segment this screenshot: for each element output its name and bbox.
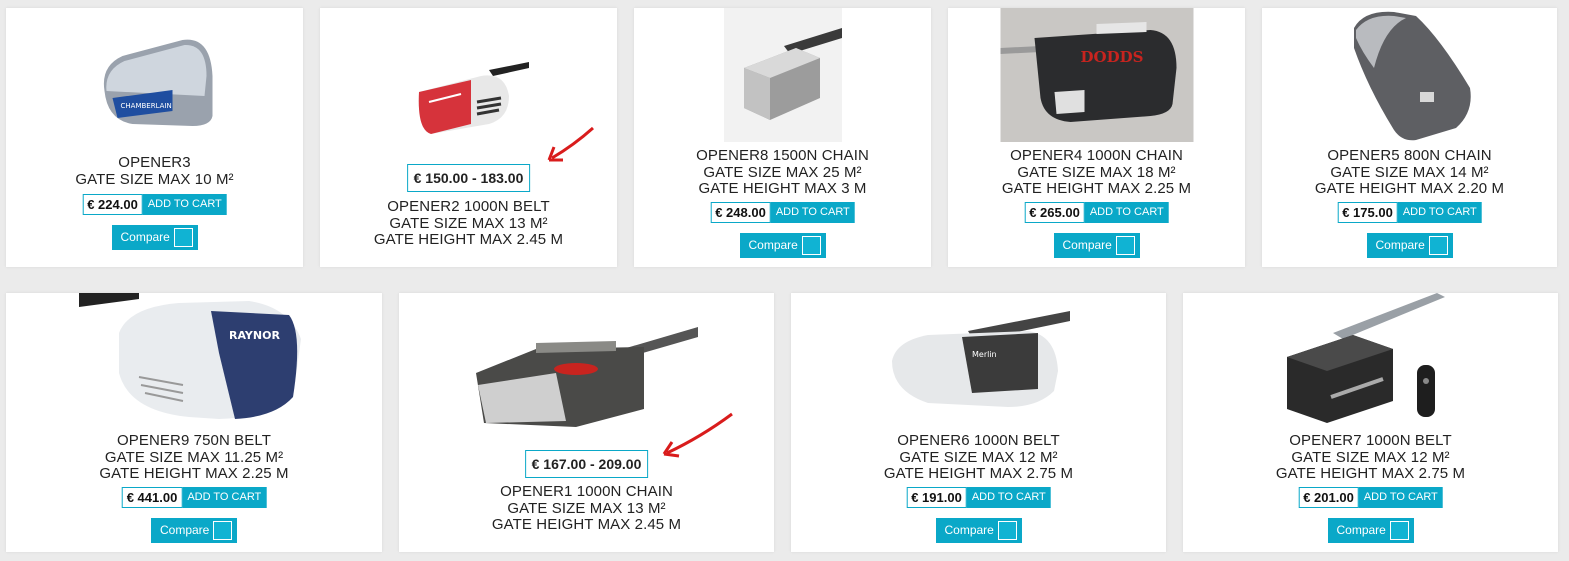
- price-label: € 175.00: [1337, 202, 1398, 223]
- svg-text:Merlin: Merlin: [972, 350, 997, 359]
- price-range-label: € 167.00 - 209.00: [524, 450, 649, 478]
- product-title[interactable]: OPENER2 1000N BELT GATE SIZE MAX 13 M² G…: [320, 198, 617, 249]
- svg-text:DODDS: DODDS: [1080, 48, 1143, 66]
- product-title[interactable]: OPENER9 750N BELT GATE SIZE MAX 11.25 M²…: [6, 432, 382, 483]
- price-add-row: € 224.00 ADD TO CART: [82, 194, 227, 215]
- price-add-row: € 441.00 ADD TO CART: [121, 487, 267, 508]
- compare-checkbox[interactable]: [213, 521, 232, 540]
- product-card: OPENER7 1000N BELT GATE SIZE MAX 12 M² G…: [1183, 293, 1558, 552]
- svg-text:CHAMBERLAIN: CHAMBERLAIN: [120, 102, 171, 110]
- add-to-cart-button[interactable]: ADD TO CART: [770, 202, 855, 223]
- product-card: € 167.00 - 209.00 OPENER1 1000N CHAIN GA…: [399, 293, 774, 552]
- add-to-cart-button[interactable]: ADD TO CART: [966, 487, 1051, 508]
- garage-opener-merlin-icon[interactable]: Merlin: [888, 311, 1070, 411]
- garage-opener-red-icon[interactable]: [409, 58, 529, 138]
- product-title[interactable]: OPENER6 1000N BELT GATE SIZE MAX 12 M² G…: [791, 432, 1166, 483]
- price-add-row: € 265.00 ADD TO CART: [1024, 202, 1169, 223]
- price-add-row: € 248.00 ADD TO CART: [710, 202, 855, 223]
- compare-checkbox[interactable]: [801, 236, 821, 255]
- compare-button[interactable]: Compare: [1327, 518, 1414, 543]
- compare-button[interactable]: Compare: [1366, 233, 1453, 258]
- add-to-cart-button[interactable]: ADD TO CART: [182, 487, 267, 508]
- compare-checkbox[interactable]: [997, 521, 1017, 540]
- compare-checkbox[interactable]: [1389, 521, 1409, 540]
- compare-checkbox[interactable]: [173, 228, 193, 247]
- product-title[interactable]: OPENER1 1000N CHAIN GATE SIZE MAX 13 M² …: [399, 483, 774, 534]
- compare-button[interactable]: Compare: [151, 518, 237, 543]
- price-add-row: € 201.00 ADD TO CART: [1298, 487, 1443, 508]
- product-card: € 150.00 - 183.00 OPENER2 1000N BELT GAT…: [320, 8, 617, 267]
- compare-checkbox[interactable]: [1115, 236, 1135, 255]
- svg-text:RAYNOR: RAYNOR: [229, 329, 280, 342]
- garage-opener-dodds-icon[interactable]: DODDS: [1000, 8, 1193, 142]
- add-to-cart-button[interactable]: ADD TO CART: [1358, 487, 1443, 508]
- garage-opener-black-icon[interactable]: [1283, 293, 1459, 427]
- price-label: € 441.00: [121, 487, 183, 508]
- garage-opener-dark-grey-icon[interactable]: [1344, 8, 1476, 142]
- price-label: € 201.00: [1298, 487, 1359, 508]
- product-title[interactable]: OPENER8 1500N CHAIN GATE SIZE MAX 25 M² …: [634, 147, 931, 198]
- add-to-cart-button[interactable]: ADD TO CART: [1397, 202, 1482, 223]
- garage-opener-blue-icon[interactable]: CHAMBERLAIN: [92, 36, 217, 128]
- add-to-cart-button[interactable]: ADD TO CART: [1084, 202, 1169, 223]
- compare-button[interactable]: Compare: [111, 225, 198, 250]
- price-add-row: € 191.00 ADD TO CART: [906, 487, 1051, 508]
- product-card: DODDS OPENER4 1000N CHAIN GATE SIZE MAX …: [948, 8, 1245, 267]
- red-arrow-annotation: [547, 126, 595, 162]
- product-card: RAYNOR OPENER9 750N BELT GATE SIZE MAX 1…: [6, 293, 382, 552]
- product-card: OPENER5 800N CHAIN GATE SIZE MAX 14 M² G…: [1262, 8, 1557, 267]
- price-label: € 248.00: [710, 202, 771, 223]
- product-title[interactable]: OPENER3 GATE SIZE MAX 10 M²: [6, 154, 303, 188]
- compare-checkbox[interactable]: [1428, 236, 1448, 255]
- price-add-row: € 175.00 ADD TO CART: [1337, 202, 1482, 223]
- price-label: € 191.00: [906, 487, 967, 508]
- product-card: Merlin OPENER6 1000N BELT GATE SIZE MAX …: [791, 293, 1166, 552]
- red-arrow-annotation: [662, 412, 733, 458]
- product-title[interactable]: OPENER4 1000N CHAIN GATE SIZE MAX 18 M² …: [948, 147, 1245, 198]
- compare-button[interactable]: Compare: [739, 233, 826, 258]
- garage-opener-grey-icon[interactable]: [723, 8, 842, 142]
- compare-button[interactable]: Compare: [935, 518, 1022, 543]
- product-card: OPENER8 1500N CHAIN GATE SIZE MAX 25 M² …: [634, 8, 931, 267]
- price-range-label: € 150.00 - 183.00: [406, 164, 531, 192]
- price-label: € 224.00: [82, 194, 143, 215]
- garage-opener-raynor-icon[interactable]: RAYNOR: [79, 293, 309, 427]
- price-label: € 265.00: [1024, 202, 1085, 223]
- product-card: CHAMBERLAIN OPENER3 GATE SIZE MAX 10 M² …: [6, 8, 303, 267]
- compare-button[interactable]: Compare: [1053, 233, 1140, 258]
- product-title[interactable]: OPENER7 1000N BELT GATE SIZE MAX 12 M² G…: [1183, 432, 1558, 483]
- product-title[interactable]: OPENER5 800N CHAIN GATE SIZE MAX 14 M² G…: [1262, 147, 1557, 198]
- add-to-cart-button[interactable]: ADD TO CART: [142, 194, 227, 215]
